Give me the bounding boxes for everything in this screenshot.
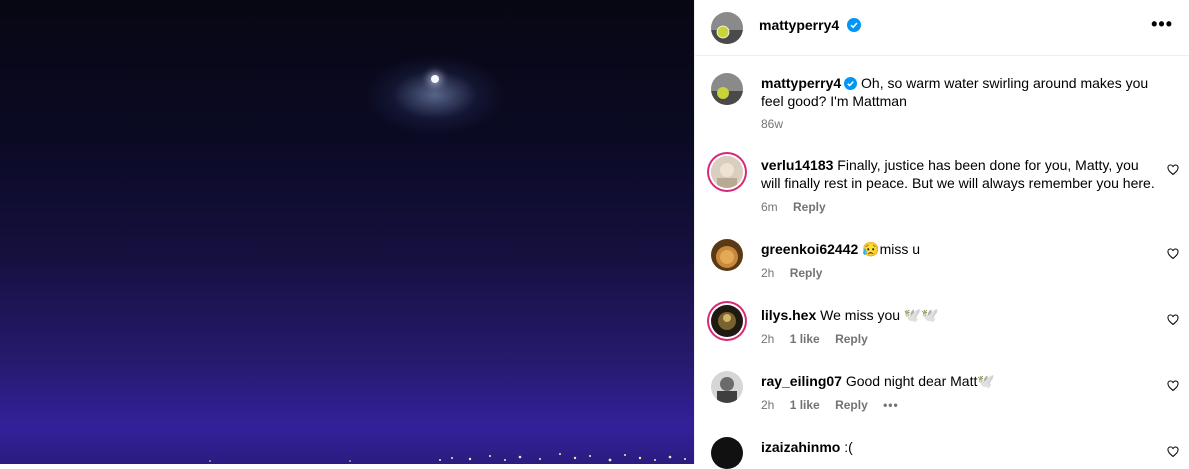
avatar-image <box>711 73 743 105</box>
comment-meta: 2h Reply <box>761 266 834 280</box>
comment-username[interactable]: greenkoi62442 <box>761 241 858 257</box>
comment-meta: 6m Reply <box>761 200 838 214</box>
caption-avatar[interactable] <box>711 73 743 105</box>
comment-username[interactable]: verlu14183 <box>761 157 833 173</box>
avatar-image <box>711 156 743 188</box>
comment-text: 😥miss u <box>862 241 921 257</box>
comment-avatar[interactable] <box>711 437 743 469</box>
avatar-image <box>711 371 743 403</box>
comment-avatar[interactable] <box>711 156 743 188</box>
comment-text: Good night dear Matt🕊️ <box>845 373 995 389</box>
like-count[interactable]: 1 like <box>790 398 820 412</box>
verified-badge-icon <box>844 77 858 90</box>
author-username[interactable]: mattyperry4 <box>759 17 839 33</box>
reply-button[interactable]: Reply <box>790 266 823 280</box>
comment: verlu14183 Finally, justice has been don… <box>761 156 1156 192</box>
comment: ray_eiling07 Good night dear Matt🕊️ <box>761 372 1156 390</box>
post-image[interactable] <box>0 0 694 464</box>
heart-icon[interactable] <box>1167 248 1179 260</box>
moon <box>431 75 439 83</box>
caption-username[interactable]: mattyperry4 <box>761 75 841 91</box>
like-count[interactable]: 1 like <box>790 332 820 346</box>
comment-avatar[interactable] <box>711 305 743 337</box>
comment-time[interactable]: 6m <box>761 200 778 214</box>
heart-icon[interactable] <box>1167 164 1179 176</box>
comment-options-icon[interactable]: ••• <box>883 398 899 412</box>
comment-time[interactable]: 2h <box>761 266 774 280</box>
heart-icon[interactable] <box>1167 314 1179 326</box>
avatar-image <box>711 437 743 469</box>
caption-time[interactable]: 86w <box>761 117 783 131</box>
reply-button[interactable]: Reply <box>793 200 826 214</box>
comment: lilys.hex We miss you 🕊️🕊️ <box>761 306 1156 324</box>
verified-badge-icon <box>846 18 861 32</box>
comment: greenkoi62442 😥miss u <box>761 240 1156 258</box>
comment-avatar[interactable] <box>711 239 743 271</box>
comments-panel: mattyperry4 ••• mattyperry4 Oh, so warm … <box>694 0 1189 469</box>
comment-text: :( <box>844 439 853 455</box>
post-header: mattyperry4 ••• <box>695 0 1189 56</box>
caption-meta: 86w <box>761 117 795 131</box>
avatar-image <box>711 12 743 44</box>
comment-text: We miss you 🕊️🕊️ <box>820 307 939 323</box>
comment-meta: 2h 1 like Reply <box>761 332 880 346</box>
comment: izaizahinmo :( <box>761 438 1156 456</box>
reply-button[interactable]: Reply <box>835 398 868 412</box>
comment-time[interactable]: 2h <box>761 398 774 412</box>
comment-username[interactable]: lilys.hex <box>761 307 816 323</box>
author-avatar[interactable] <box>711 12 743 44</box>
avatar-image <box>711 305 743 337</box>
heart-icon[interactable] <box>1167 380 1179 392</box>
caption: mattyperry4 Oh, so warm water swirling a… <box>761 74 1156 110</box>
comment-meta: 2h 1 like Reply ••• <box>761 398 911 412</box>
city-lights <box>209 453 686 462</box>
avatar-image <box>711 239 743 271</box>
comment-username[interactable]: izaizahinmo <box>761 439 840 455</box>
reply-button[interactable]: Reply <box>835 332 868 346</box>
comment-time[interactable]: 2h <box>761 332 774 346</box>
comment-username[interactable]: ray_eiling07 <box>761 373 842 389</box>
comment-avatar[interactable] <box>711 371 743 403</box>
more-options-icon[interactable]: ••• <box>1151 14 1173 35</box>
heart-icon[interactable] <box>1167 446 1179 458</box>
